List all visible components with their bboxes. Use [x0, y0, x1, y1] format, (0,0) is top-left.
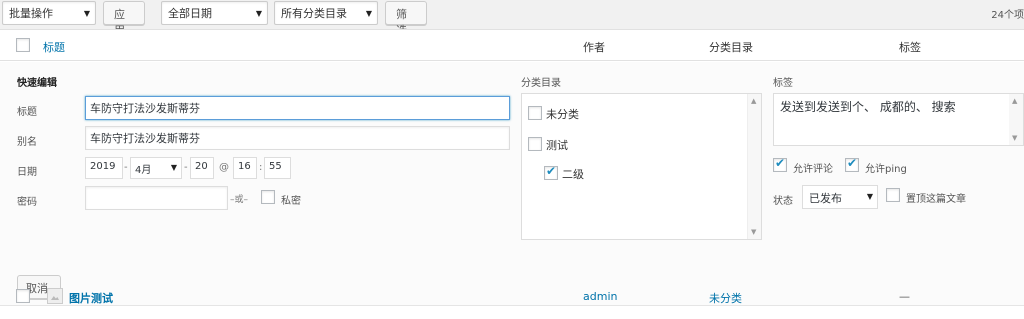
- sticky-label: 置顶这篇文章: [906, 194, 966, 205]
- chevron-down-icon: ▼: [255, 9, 262, 18]
- password-label: 密码: [17, 197, 37, 208]
- apply-button[interactable]: 应用: [103, 1, 145, 37]
- private-checkbox[interactable]: [261, 190, 275, 204]
- date-label: 日期: [17, 167, 37, 178]
- scroll-down-icon[interactable]: ▼: [751, 228, 756, 236]
- slug-input[interactable]: 车防守打法沙发斯蒂芬: [85, 126, 510, 150]
- date-separator: -: [184, 162, 188, 173]
- quick-edit-heading: 快速编辑: [17, 78, 57, 89]
- item-count: 24个项: [991, 10, 1024, 21]
- slug-label: 别名: [17, 137, 37, 148]
- category-filter-select[interactable]: 所有分类目录 ▼: [274, 1, 378, 25]
- bulk-actions-toolbar: 批量操作 ▼ 应用 全部日期 ▼ 所有分类目录 ▼ 筛选 24个项: [0, 0, 1024, 37]
- posts-table: 标题 作者 分类目录 标签 快速编辑 标题 车防守打法沙发斯蒂芬 别名 车防守打…: [0, 29, 1024, 319]
- category-name: 二级: [562, 168, 584, 181]
- category-filter-value: 所有分类目录: [281, 7, 347, 20]
- year-input[interactable]: 2019: [85, 157, 123, 179]
- post-title-link[interactable]: 图片测试: [69, 290, 113, 306]
- category-checkbox-test[interactable]: [528, 137, 542, 151]
- status-select[interactable]: 已发布 ▼: [802, 185, 878, 209]
- date-filter-value: 全部日期: [168, 7, 212, 20]
- category-name: 测试: [546, 139, 568, 152]
- filter-button[interactable]: 筛选: [385, 1, 427, 37]
- column-categories-header: 分类目录: [709, 41, 753, 54]
- private-label: 私密: [281, 196, 301, 207]
- post-tags: —: [899, 290, 910, 303]
- password-input[interactable]: [85, 186, 228, 210]
- date-separator: -: [124, 162, 128, 173]
- time-colon: :: [259, 162, 263, 173]
- category-checkbox-level2[interactable]: [544, 164, 558, 180]
- minute-input[interactable]: 55: [264, 157, 291, 179]
- or-separator: –或–: [230, 195, 249, 205]
- column-tags-header: 标签: [899, 41, 921, 54]
- scroll-up-icon[interactable]: ▲: [1012, 97, 1017, 105]
- bulk-actions-select[interactable]: 批量操作 ▼: [2, 1, 96, 25]
- hour-input[interactable]: 16: [233, 157, 257, 179]
- column-author-header: 作者: [583, 41, 605, 54]
- allow-comments-checkbox[interactable]: [773, 156, 787, 172]
- category-checkbox-uncategorized[interactable]: [528, 106, 542, 120]
- month-value: 4月: [135, 165, 152, 176]
- allow-comments-label: 允许评论: [793, 164, 833, 175]
- chevron-down-icon: ▼: [365, 9, 372, 18]
- category-scrollbar[interactable]: ▲ ▼: [747, 94, 761, 239]
- category-checklist: 未分类 测试 二级 ▲ ▼: [521, 93, 762, 240]
- table-row: 图片测试 admin 未分类 —: [0, 288, 1024, 318]
- column-title-header[interactable]: 标题: [43, 39, 65, 55]
- image-icon: [47, 288, 63, 304]
- post-author-link[interactable]: admin: [583, 290, 617, 303]
- chevron-down-icon: ▼: [866, 192, 873, 201]
- scroll-down-icon[interactable]: ▼: [1012, 134, 1017, 142]
- tags-value: 发送到发送到个、 成都的、 搜索: [780, 100, 956, 114]
- category-name: 未分类: [546, 108, 579, 121]
- tags-textarea[interactable]: 发送到发送到个、 成都的、 搜索 ▲ ▼: [773, 93, 1024, 146]
- post-category-link[interactable]: 未分类: [709, 290, 742, 306]
- sticky-checkbox[interactable]: [886, 188, 900, 202]
- chevron-down-icon: ▼: [83, 9, 90, 18]
- status-value: 已发布: [809, 192, 842, 205]
- quick-edit-panel: 快速编辑 标题 车防守打法沙发斯蒂芬 别名 车防守打法沙发斯蒂芬 日期 2019…: [0, 62, 1024, 306]
- scroll-up-icon[interactable]: ▲: [751, 97, 756, 105]
- table-header: 标题 作者 分类目录 标签: [0, 30, 1024, 61]
- day-input[interactable]: 20: [190, 157, 214, 179]
- tags-label: 标签: [773, 78, 793, 89]
- time-at-separator: @: [219, 162, 229, 173]
- tags-scrollbar[interactable]: ▲ ▼: [1009, 94, 1023, 145]
- chevron-down-icon: ▼: [170, 163, 177, 172]
- bulk-actions-value: 批量操作: [9, 7, 53, 20]
- select-all-checkbox[interactable]: [16, 38, 30, 52]
- categories-label: 分类目录: [521, 78, 561, 89]
- title-input[interactable]: 车防守打法沙发斯蒂芬: [85, 96, 510, 120]
- status-label: 状态: [773, 196, 793, 207]
- allow-pings-checkbox[interactable]: [845, 156, 859, 172]
- row-checkbox[interactable]: [16, 289, 30, 303]
- title-label: 标题: [17, 107, 37, 118]
- allow-pings-label: 允许ping: [865, 164, 907, 175]
- month-select[interactable]: 4月 ▼: [130, 157, 182, 179]
- date-filter-select[interactable]: 全部日期 ▼: [161, 1, 268, 25]
